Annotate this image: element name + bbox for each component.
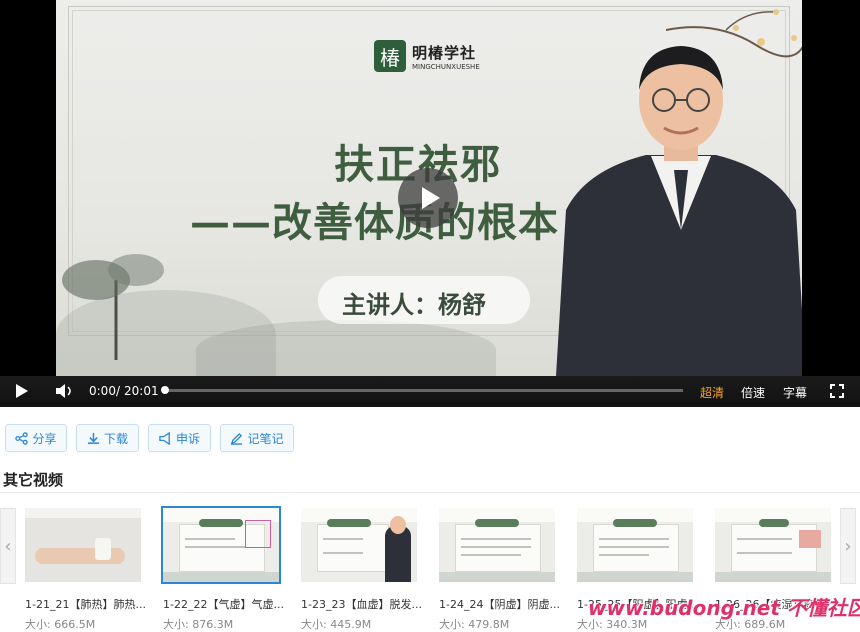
carousel-next-button[interactable]: › (840, 508, 856, 584)
video-thumbnail[interactable] (439, 508, 555, 582)
appeal-button[interactable]: 申诉 (148, 424, 211, 452)
volume-icon[interactable] (55, 383, 73, 399)
thumb-presenter (385, 526, 411, 582)
divider (0, 492, 860, 493)
brand-pinyin: MINGCHUNXUESHE (412, 63, 480, 71)
thumb-footer (439, 572, 555, 582)
thumb-presenter-head (390, 516, 406, 534)
thumb-hand (35, 548, 125, 564)
play-icon[interactable] (15, 383, 29, 399)
thumb-title-pill (199, 519, 243, 527)
thumb-footer (163, 572, 279, 582)
thumb-footer (715, 572, 831, 582)
current-time: 0:00 (89, 384, 116, 398)
video-thumbnail[interactable] (715, 508, 831, 582)
thumb-line (599, 538, 669, 540)
video-size: 大小: 666.5M (25, 618, 96, 631)
time-separator: / (116, 384, 121, 398)
chevron-left-icon: ‹ (4, 535, 12, 557)
video-size: 大小: 479.8M (439, 618, 510, 631)
video-player[interactable]: 椿 明椿学社 MINGCHUNXUESHE 扶正祛邪 ——改善体质的根本 主讲人… (0, 0, 860, 407)
thumb-annotation (245, 520, 271, 548)
thumb-illustration (799, 530, 821, 548)
thumb-line (461, 538, 531, 540)
thumb-card (317, 524, 389, 572)
duration: 20:01 (124, 384, 159, 398)
thumb-line (737, 538, 792, 540)
video-caption[interactable]: 1-22_22【气虚】气虚... (163, 596, 287, 612)
center-play-button[interactable] (398, 168, 458, 228)
slide-title-line2: ——改善体质的根本 (190, 199, 559, 246)
share-label: 分享 (32, 431, 57, 446)
fullscreen-icon[interactable] (830, 384, 844, 398)
thumb-line (323, 552, 363, 554)
share-button[interactable]: 分享 (5, 424, 67, 452)
presenter-figure (556, 46, 802, 376)
video-thumbnail[interactable] (161, 506, 281, 584)
video-thumbnail[interactable] (25, 508, 141, 582)
video-size: 大小: 876.3M (163, 618, 234, 631)
brand-name: 明椿学社 (412, 44, 477, 62)
brand-logo-icon: 椿 (374, 40, 406, 72)
thumb-footer (577, 572, 693, 582)
download-button[interactable]: 下载 (76, 424, 139, 452)
download-label: 下载 (103, 431, 128, 446)
thumb-header (25, 508, 141, 518)
thumb-title-pill (613, 519, 657, 527)
chevron-right-icon: › (844, 535, 852, 557)
thumb-line (599, 546, 669, 548)
carousel-prev-button[interactable]: ‹ (0, 508, 16, 584)
thumb-line (737, 552, 792, 554)
video-caption[interactable]: 1-23_23【血虚】脱发... (301, 596, 425, 612)
thumb-line (185, 546, 245, 548)
thumb-line (461, 546, 531, 548)
thumb-title-pill (327, 519, 371, 527)
thumb-line (185, 538, 235, 540)
quality-button[interactable]: 超清 (700, 384, 724, 401)
thumb-card (593, 524, 679, 572)
tree-decoration-icon (62, 254, 164, 360)
pencil-icon (231, 432, 243, 445)
thumb-object (95, 538, 111, 560)
thumb-line (461, 554, 521, 556)
take-notes-button[interactable]: 记笔记 (220, 424, 294, 452)
thumb-line (599, 554, 649, 556)
related-videos-title: 其它视频 (3, 471, 64, 489)
video-caption[interactable]: 1-24_24【阴虚】阴虚... (439, 596, 563, 612)
video-caption[interactable]: 1-21_21【肺热】肺热... (25, 596, 149, 612)
video-thumbnail[interactable] (301, 508, 417, 582)
subtitle-button[interactable]: 字幕 (783, 384, 807, 401)
appeal-label: 申诉 (175, 431, 200, 446)
speaker-label: 主讲人：杨舒 (342, 290, 486, 319)
speed-button[interactable]: 倍速 (741, 384, 765, 401)
video-thumbnail[interactable] (577, 508, 693, 582)
download-icon (87, 432, 100, 444)
progress-knob[interactable] (161, 386, 169, 394)
thumb-card (455, 524, 541, 572)
thumb-title-pill (475, 519, 519, 527)
take-notes-label: 记笔记 (247, 431, 284, 446)
thumb-title-pill (759, 519, 789, 527)
mountain-decoration (196, 320, 496, 376)
megaphone-icon (159, 431, 170, 445)
thumb-line (323, 538, 363, 540)
site-watermark: www.budong.net 不懂社区 (588, 596, 860, 620)
video-size: 大小: 445.9M (301, 618, 372, 631)
progress-bar[interactable] (163, 389, 683, 392)
share-icon (15, 431, 29, 445)
